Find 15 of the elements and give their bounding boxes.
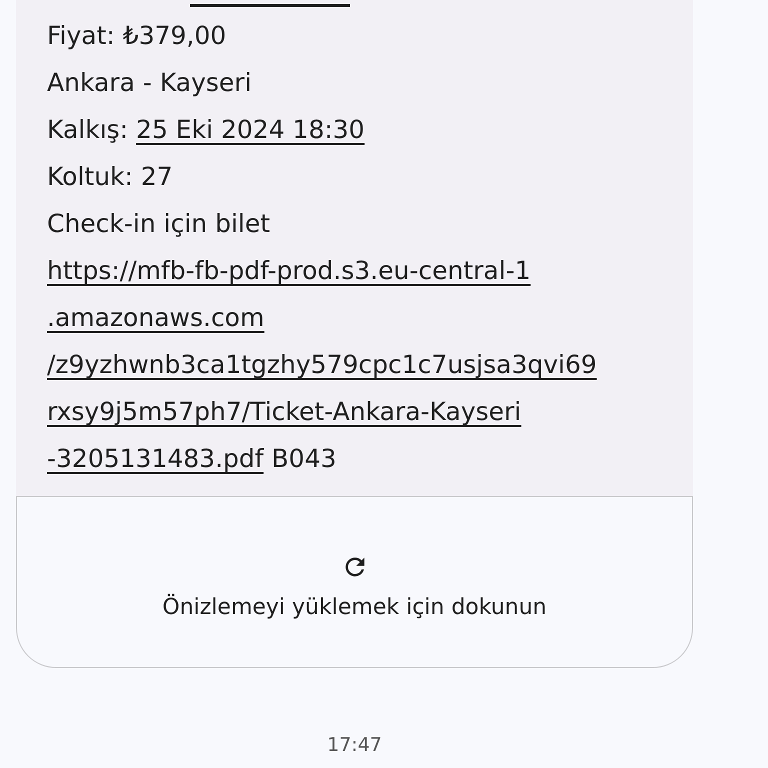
message-text: Koltuk: 27: [47, 162, 173, 191]
message-link[interactable]: -3205131483.pdf: [47, 444, 264, 473]
preview-hint: Önizlemeyi yüklemek için dokunun: [162, 594, 547, 620]
message-text: Ankara - Kayseri: [47, 68, 252, 97]
message-link[interactable]: rxsy9j5m57ph7/Ticket-Ankara-Kayseri: [47, 397, 522, 426]
message-text: Fiyat: ₺379,00: [47, 21, 226, 50]
message-text: B043: [270, 444, 336, 473]
message-link[interactable]: .amazonaws.com: [47, 303, 264, 332]
message-link[interactable]: /z9yzhwnb3ca1tgzhy579cpc1c7usjsa3qvi69: [47, 350, 597, 379]
message-link[interactable]: 25 Eki 2024 18:30: [136, 115, 365, 144]
link-preview-card[interactable]: Önizlemeyi yüklemek için dokunun: [16, 496, 693, 668]
message-text: Check-in için bilet: [47, 209, 270, 238]
message-link[interactable]: https://mfb-fb-pdf-prod.s3.eu-central-1: [47, 256, 531, 285]
message-text: Kalkış:: [47, 115, 130, 144]
message-time: 17:47: [326, 734, 383, 756]
